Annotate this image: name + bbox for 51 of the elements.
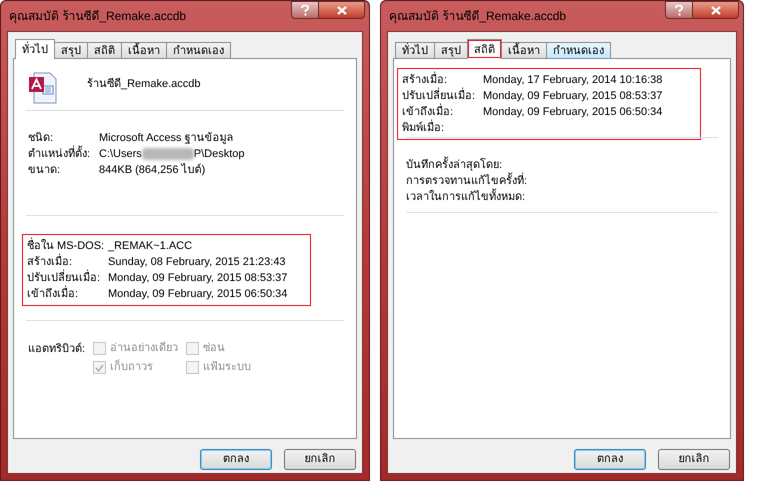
field-value: P\Desktop [194, 146, 245, 162]
field-label: เวลาในการแก้ไขทั้งหมด: [406, 188, 526, 205]
field-label: ปรับเปลี่ยนเมื่อ: [27, 270, 102, 286]
field-value: 844KB (864,256 ไบต์) [99, 162, 206, 178]
help-button[interactable] [291, 1, 319, 19]
field-value: _REMAK~1.ACC [108, 238, 192, 254]
field-label: เข้าถึงเมื่อ: [402, 104, 454, 120]
field-value: Monday, 09 February, 2015 08:53:37 [483, 88, 662, 104]
field-label: แอตทริบิวต์: [28, 342, 86, 357]
cancel-button[interactable]: ยกเลิก [658, 449, 730, 470]
field-label: การตรวจทานแก้ไขครั้งที่: [406, 172, 528, 188]
field-value: Monday, 09 February, 2015 06:50:34 [483, 104, 662, 120]
field-value: Monday, 09 February, 2015 06:50:34 [108, 286, 288, 302]
field-label: สร้างเมื่อ: [402, 72, 448, 88]
help-icon [301, 4, 309, 16]
close-icon [710, 6, 720, 14]
close-button[interactable] [693, 1, 739, 19]
tab[interactable]: สถิติ [87, 42, 122, 59]
field-value: Sunday, 08 February, 2015 21:23:43 [108, 254, 286, 270]
file-name: ร้านซีดี_Remake.accdb [87, 76, 200, 92]
field-label: ตำแหน่งที่ตั้ง: [28, 146, 92, 162]
ok-button[interactable]: ตกลง [574, 449, 646, 470]
field-value: Microsoft Access ฐานข้อมูล [99, 130, 234, 146]
tab[interactable]: เนื้อหา [501, 42, 547, 59]
help-icon [675, 4, 683, 16]
window-title: คุณสมบัติ ร้านซีดี_Remake.accdb [9, 8, 186, 25]
ok-button[interactable]: ตกลง [200, 449, 272, 470]
tab[interactable]: กำหนดเอง [546, 42, 611, 59]
field-label: ปรับเปลี่ยนเมื่อ: [402, 88, 476, 104]
window-title: คุณสมบัติ ร้านซีดี_Remake.accdb [389, 8, 566, 25]
cancel-button[interactable]: ยกเลิก [284, 449, 356, 470]
tab[interactable]: กำหนดเอง [166, 42, 231, 59]
field-label: บันทึกครั้งล่าสุดโดย: [406, 156, 502, 172]
field-label: ชื่อใน MS-DOS: [27, 238, 106, 254]
field-label: ขนาด: [28, 162, 62, 178]
field-value: Monday, 09 February, 2015 08:53:37 [108, 270, 288, 286]
field-label: สร้างเมื่อ: [27, 254, 74, 270]
field-label: เข้าถึงเมื่อ: [27, 286, 80, 302]
tab[interactable]: เนื้อหา [121, 42, 167, 59]
field-label: พิมพ์เมื่อ: [402, 120, 446, 136]
tab[interactable]: ทั่วไป [15, 39, 55, 59]
help-button[interactable] [665, 1, 693, 19]
check-icon [95, 364, 104, 372]
tab[interactable]: สถิติ [467, 39, 502, 59]
close-icon [336, 6, 346, 14]
field-label: ชนิด: [28, 130, 54, 146]
close-button[interactable] [319, 1, 365, 19]
tab[interactable]: สรุป [434, 42, 468, 59]
field-value: C:\Users [99, 146, 142, 162]
tab[interactable]: ทั่วไป [395, 42, 435, 59]
field-value: Monday, 17 February, 2014 10:16:38 [483, 72, 662, 88]
